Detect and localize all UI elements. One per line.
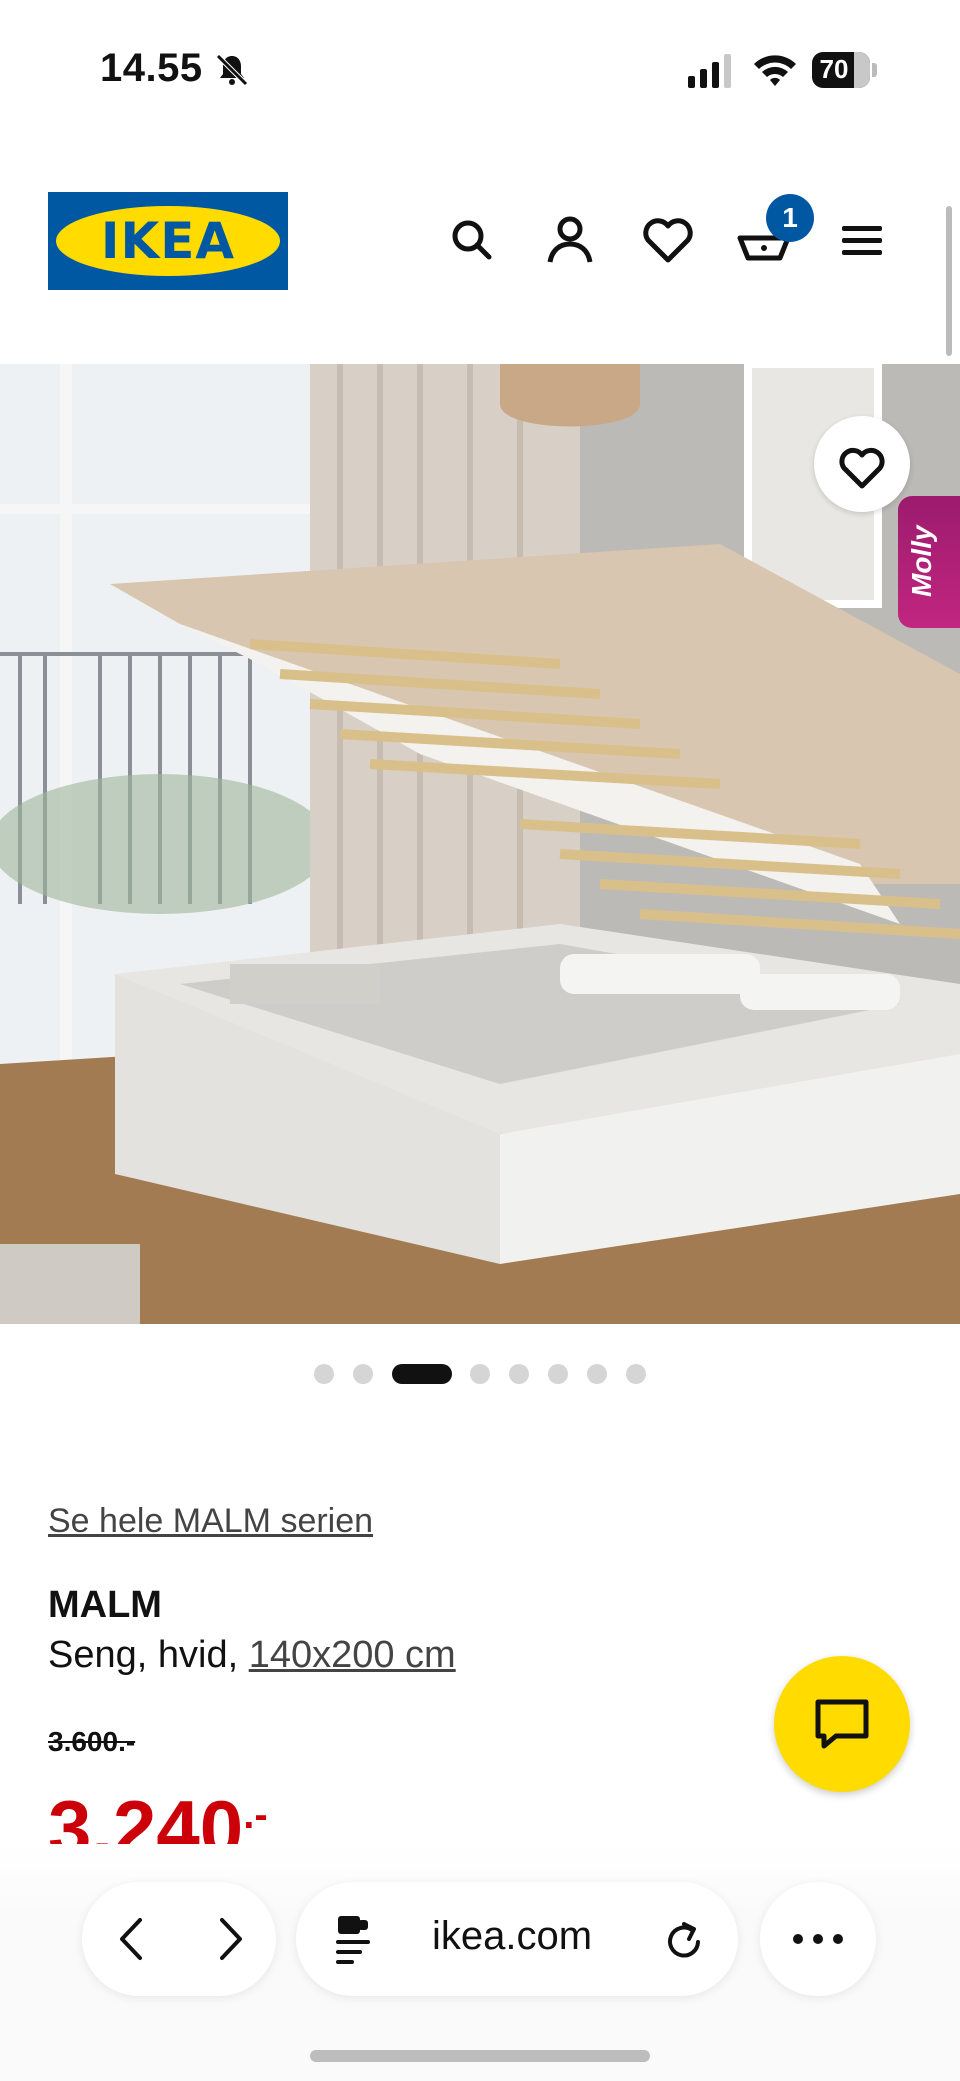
reload-icon[interactable] (662, 1914, 708, 1964)
status-time: 14.55 (100, 46, 203, 90)
forward-icon[interactable] (212, 1914, 252, 1964)
account-icon[interactable] (542, 212, 598, 268)
battery-level: 70 (819, 54, 849, 84)
carousel-dot[interactable] (509, 1364, 529, 1384)
product-description: Seng, hvid, 140x200 cm (48, 1634, 456, 1677)
cart-count-badge: 1 (766, 194, 814, 242)
price-value: 3.240 (48, 1784, 244, 1844)
carousel-dot[interactable] (548, 1364, 568, 1384)
carousel-dot[interactable] (626, 1364, 646, 1384)
price-container: 3.240.- (48, 1770, 348, 1844)
product-name: MALM (48, 1584, 162, 1626)
carousel-dot-active[interactable] (392, 1364, 452, 1384)
silent-bell-icon (216, 54, 248, 86)
search-icon[interactable] (444, 212, 500, 268)
page-settings-icon[interactable] (332, 1910, 376, 1966)
ikea-logo[interactable]: IKEA (48, 192, 288, 290)
carousel-dot[interactable] (353, 1364, 373, 1384)
carousel-dot[interactable] (470, 1364, 490, 1384)
current-price: 3.240.- (48, 1770, 348, 1844)
product-description-text: Seng, hvid, (48, 1634, 249, 1676)
bed-photo-illustration (0, 364, 960, 1324)
chat-button[interactable] (774, 1656, 910, 1792)
more-icon[interactable] (790, 1924, 846, 1954)
add-to-favourites-button[interactable] (814, 416, 910, 512)
series-link[interactable]: Se hele MALM serien (48, 1502, 373, 1541)
molly-assistant-tab[interactable]: Molly (898, 496, 960, 628)
size-link[interactable]: 140x200 cm (249, 1634, 456, 1676)
favourites-icon[interactable] (640, 212, 696, 268)
wifi-icon (754, 55, 796, 86)
molly-label: Molly (906, 525, 937, 597)
carousel-dot[interactable] (587, 1364, 607, 1384)
home-indicator[interactable] (310, 2050, 650, 2062)
menu-icon[interactable] (834, 212, 890, 268)
price-suffix: .- (243, 1793, 268, 1837)
old-price: 3.600.- (48, 1726, 136, 1757)
page-scrollbar[interactable] (946, 206, 952, 356)
back-icon[interactable] (110, 1914, 150, 1964)
carousel-dot[interactable] (314, 1364, 334, 1384)
logo-text: IKEA (100, 212, 236, 270)
product-image[interactable] (0, 364, 960, 1324)
battery-icon: 70 (812, 52, 878, 88)
url-text[interactable]: ikea.com (432, 1914, 592, 1959)
cell-signal-icon (688, 54, 731, 88)
